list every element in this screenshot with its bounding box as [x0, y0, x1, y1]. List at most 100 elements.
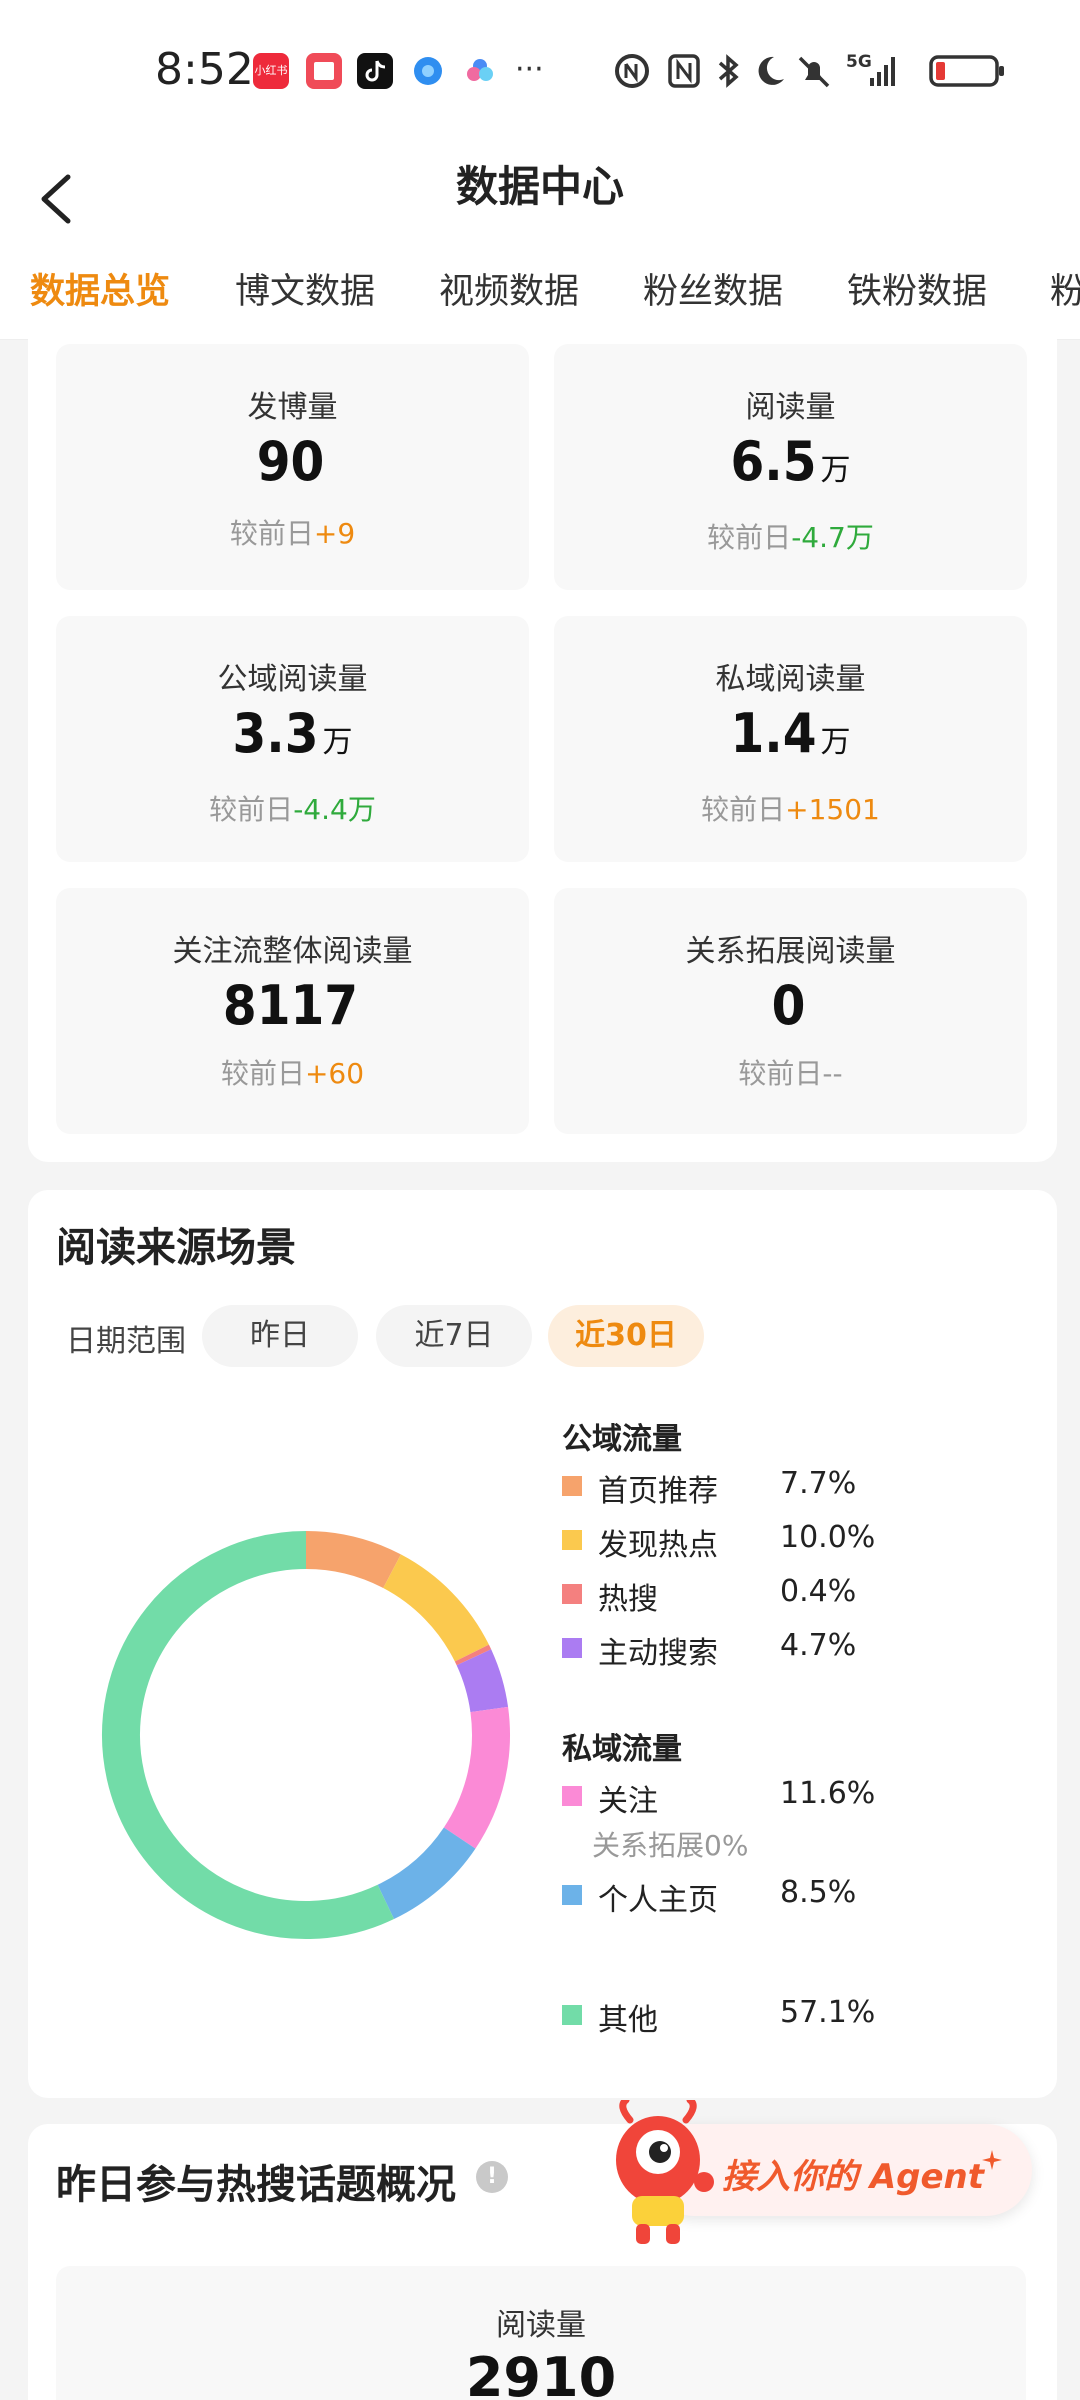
donut-slice-1 [305, 1531, 401, 1589]
compare-prefix: 较前日 [229, 517, 314, 550]
moon-icon [758, 56, 784, 85]
metric-public-reads[interactable]: 公域阅读量 3.3 万 较前日-4.4万 [56, 616, 529, 862]
chip-last-30-days[interactable]: 近30日 [548, 1305, 704, 1367]
compare-prefix: 较前日 [738, 1057, 823, 1090]
metric-number: 1.4 [730, 702, 817, 765]
legend-swatch [562, 1885, 582, 1905]
more-notifications-icon: ··· [515, 52, 544, 87]
legend-group-public: 公域流量 [562, 1422, 682, 1457]
tab-iron-fans-data[interactable]: 铁粉数据 [847, 263, 987, 314]
metric-number: 0 [771, 974, 806, 1037]
legend-item-hot-search: 热搜 0.4% [562, 1574, 892, 1617]
mascot-icon [616, 2100, 714, 2244]
tab-more-cut[interactable]: 粉 [1050, 263, 1080, 314]
compare-delta: +1501 [785, 793, 880, 826]
chip-yesterday[interactable]: 昨日 [202, 1305, 358, 1367]
hot-search-metric-value: 2910 [465, 2346, 617, 2400]
metric-compare: 较前日-4.4万 [56, 788, 529, 828]
tab-video-data[interactable]: 视频数据 [439, 263, 579, 314]
legend-item-follow: 关注 11.6% [562, 1776, 892, 1819]
nfc-n-icon [668, 54, 700, 88]
legend-name: 其他 [598, 2003, 658, 2038]
browser-icon [410, 53, 446, 89]
donut-slice-4 [456, 1649, 509, 1713]
section-title-reading-sources: 阅读来源场景 [56, 1225, 296, 1271]
metric-label: 发博量 [247, 390, 338, 425]
legend-item-discover-hot: 发现热点 10.0% [562, 1520, 892, 1563]
legend-name: 发现热点 [598, 1528, 718, 1563]
compare-prefix: 较前日 [209, 793, 294, 826]
legend-swatch [562, 1584, 582, 1604]
tiktok-icon [357, 53, 393, 89]
top-bar-area: 8:52 小红书 ··· 5G 数据中心 数据总览 博文数据 视频数据 粉丝数据… [0, 0, 1080, 340]
metric-post-count[interactable]: 发博量 90 较前日+9 [56, 344, 529, 590]
battery-low-icon [929, 55, 1004, 87]
compare-delta: -4.4万 [293, 793, 376, 826]
metric-follow-feed-reads[interactable]: 关注流整体阅读量 8117 较前日+60 [56, 888, 529, 1134]
legend-pct: 4.7% [780, 1628, 857, 1663]
status-bar: 8:52 小红书 ··· 5G [0, 0, 1080, 145]
legend-relation-note: 关系拓展0% [592, 1829, 749, 1862]
legend-swatch [562, 1638, 582, 1658]
section-title-hot-search: 昨日参与热搜话题概况 [56, 2162, 456, 2208]
metric-value: 0 [554, 974, 1027, 1037]
metric-compare: 较前日-4.7万 [554, 516, 1027, 556]
bluetooth-icon [718, 54, 739, 88]
metric-relation-reads[interactable]: 关系拓展阅读量 0 较前日-- [554, 888, 1027, 1134]
metric-value: 90 [56, 430, 529, 493]
legend-swatch [562, 1530, 582, 1550]
legend-pct: 57.1% [780, 1995, 876, 2030]
hot-search-metric-box: 阅读量 2910 [56, 2266, 1026, 2400]
metric-label: 关注流整体阅读量 [172, 934, 413, 969]
info-icon[interactable]: ! [476, 2161, 508, 2193]
metric-label: 关系拓展阅读量 [685, 934, 896, 969]
legend-swatch [562, 1476, 582, 1496]
legend-pct: 8.5% [780, 1875, 857, 1910]
sparkle-icon [982, 2150, 1002, 2170]
donut-slice-2 [382, 1554, 489, 1662]
metric-number: 8117 [222, 974, 359, 1037]
donut-slice-3 [454, 1644, 492, 1666]
tab-post-data[interactable]: 博文数据 [235, 263, 375, 314]
metric-value: 6.5 万 [554, 430, 1027, 493]
reading-source-donut-chart [102, 1531, 510, 1939]
mute-icon [798, 56, 830, 88]
metric-compare: 较前日+1501 [554, 788, 1027, 828]
metric-compare: 较前日+60 [56, 1052, 529, 1092]
compare-delta: +9 [313, 517, 356, 550]
legend-item-active-search: 主动搜索 4.7% [562, 1628, 892, 1671]
metric-number: 3.3 [232, 702, 319, 765]
metric-value: 8117 [56, 974, 529, 1037]
compare-delta: -- [822, 1057, 843, 1090]
legend-group-private: 私域流量 [562, 1732, 682, 1767]
legend-item-profile-page: 个人主页 8.5% [562, 1875, 892, 1918]
legend-item-homepage-recommend: 首页推荐 7.7% [562, 1466, 892, 1509]
metrics-card: 发博量 90 较前日+9 阅读量 6.5 万 较前日-4.7万 公域阅读量 3.3… [28, 320, 1057, 1162]
hot-search-metric-label: 阅读量 [496, 2308, 586, 2343]
compare-delta: -4.7万 [791, 521, 874, 554]
tab-fans-data[interactable]: 粉丝数据 [643, 263, 783, 314]
legend-name: 首页推荐 [598, 1474, 718, 1509]
legend-name: 热搜 [598, 1582, 658, 1617]
metric-unit: 万 [820, 725, 851, 760]
legend-pct: 7.7% [780, 1466, 857, 1501]
metric-unit: 万 [820, 453, 851, 488]
metric-compare: 较前日-- [554, 1052, 1027, 1092]
legend-name: 主动搜索 [598, 1636, 718, 1671]
metric-private-reads[interactable]: 私域阅读量 1.4 万 较前日+1501 [554, 616, 1027, 862]
legend-item-other: 其他 57.1% [562, 1995, 892, 2038]
donut-slice-7 [102, 1531, 394, 1939]
chip-last-7-days[interactable]: 近7日 [376, 1305, 532, 1367]
legend-name: 个人主页 [598, 1883, 718, 1918]
tab-overview[interactable]: 数据总览 [30, 263, 170, 314]
donut-slice-5 [443, 1706, 510, 1849]
metric-number: 90 [256, 430, 325, 493]
legend-swatch [562, 1786, 582, 1806]
date-range-label: 日期范围 [66, 1324, 186, 1359]
metric-label: 私域阅读量 [715, 662, 866, 697]
metric-reads[interactable]: 阅读量 6.5 万 较前日-4.7万 [554, 344, 1027, 590]
nav-bar: 数据中心 [0, 145, 1080, 255]
nfc-icon [615, 54, 649, 88]
compare-prefix: 较前日 [707, 521, 792, 554]
agent-floating-banner[interactable]: 接入你的 Agent [600, 2100, 1032, 2248]
